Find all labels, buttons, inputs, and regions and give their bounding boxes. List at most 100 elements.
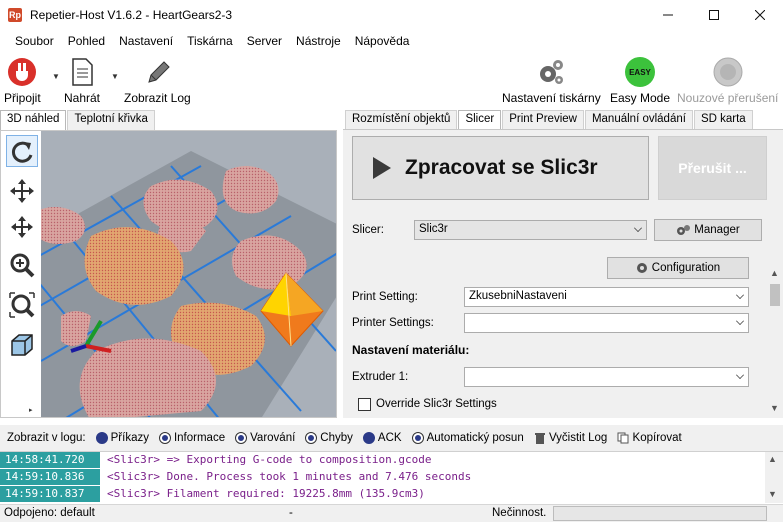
menu-view[interactable]: Pohled — [61, 34, 112, 48]
radio-icon — [95, 432, 108, 444]
filter-errors-label: Chyby — [320, 432, 353, 444]
log-row[interactable]: 14:59:10.836 <Slic3r> Done. Process took… — [0, 469, 765, 485]
document-icon — [72, 58, 93, 86]
menu-settings[interactable]: Nastavení — [112, 34, 180, 48]
menu-server[interactable]: Server — [240, 34, 289, 48]
log-message: <Slic3r> => Exporting G-code to composit… — [107, 453, 432, 466]
filter-ack-label: ACK — [377, 432, 402, 444]
scroll-up-icon[interactable]: ▲ — [770, 268, 779, 278]
rotate-icon — [11, 141, 33, 163]
tab-temperature-curve[interactable]: Teplotní křivka — [67, 110, 155, 130]
trash-icon — [534, 433, 545, 444]
copy-log-button[interactable]: Kopírovat — [617, 432, 682, 444]
tab-object-placement[interactable]: Rozmístění objektů — [345, 110, 458, 130]
scroll-up-icon[interactable]: ▲ — [768, 454, 777, 464]
move-object-tool[interactable] — [6, 211, 38, 243]
tab-3d-preview[interactable]: 3D náhled — [0, 110, 67, 130]
connect-dropdown-icon[interactable]: ▼ — [52, 72, 60, 81]
tab-sd-card[interactable]: SD karta — [693, 110, 753, 130]
move-arrows-icon — [10, 179, 34, 203]
filter-errors[interactable]: Chyby — [305, 432, 353, 444]
clear-log-label: Vyčistit Log — [548, 432, 608, 444]
scroll-down-icon[interactable]: ▼ — [770, 403, 779, 413]
log-row[interactable]: 14:58:41.720 <Slic3r> => Exporting G-cod… — [0, 452, 765, 468]
status-middle: - — [289, 507, 293, 519]
chevron-down-icon — [736, 317, 744, 325]
settings-scrollbar[interactable]: ▲ ▼ — [767, 266, 783, 418]
maximize-button[interactable] — [691, 0, 737, 30]
play-icon — [373, 157, 391, 179]
slicer-select[interactable]: Slic3r — [414, 220, 647, 240]
printer-settings-button[interactable]: Nastavení tiskárny — [502, 56, 601, 105]
emergency-stop-label: Nouzové přerušení — [677, 91, 779, 105]
material-heading: Nastavení materiálu: — [352, 343, 470, 357]
tab-print-preview[interactable]: Print Preview — [502, 110, 584, 130]
printer-settings-select[interactable] — [464, 313, 749, 333]
scroll-down-icon[interactable]: ▼ — [768, 489, 777, 499]
slicer-panel: Zpracovat se Slic3r Přerušit ... Slicer:… — [343, 129, 783, 418]
status-bar: Odpojeno: default - Nečinnost. — [0, 504, 783, 522]
tab-slicer[interactable]: Slicer — [458, 110, 502, 130]
override-checkbox[interactable] — [358, 398, 371, 411]
menu-printer[interactable]: Tiskárna — [180, 34, 240, 48]
view-tools — [1, 131, 41, 417]
slice-button[interactable]: Zpracovat se Slic3r — [352, 136, 649, 200]
zoom-tool[interactable] — [6, 249, 38, 281]
slicer-label: Slicer: — [352, 224, 384, 236]
connect-label: Připojit — [4, 91, 41, 105]
print-setting-label: Print Setting: — [352, 291, 418, 303]
3d-scene[interactable] — [41, 131, 336, 417]
filter-warnings-label: Varování — [250, 432, 296, 444]
log-filter-bar: Zobrazit v logu: Příkazy Informace Varov… — [0, 425, 783, 451]
right-tab-bar: Rozmístění objektů Slicer Print Preview … — [345, 110, 754, 130]
log-time: 14:59:10.836 — [0, 469, 100, 485]
filter-commands[interactable]: Příkazy — [95, 432, 149, 444]
scroll-right-icon[interactable]: ▸ — [29, 406, 33, 414]
configuration-button-label: Configuration — [651, 262, 721, 274]
manager-button[interactable]: Manager — [654, 219, 762, 241]
idle-status: Nečinnost. — [492, 507, 547, 519]
scrollbar-thumb[interactable] — [770, 284, 780, 306]
emergency-stop-button[interactable]: Nouzové přerušení — [677, 56, 778, 105]
tab-manual-control[interactable]: Manuální ovládání — [584, 110, 693, 130]
menu-tools[interactable]: Nástroje — [289, 34, 348, 48]
filter-info-label: Informace — [173, 432, 226, 444]
easy-mode-icon: EASY — [625, 57, 656, 87]
clear-log-button[interactable]: Vyčistit Log — [534, 432, 608, 444]
easy-mode-button[interactable]: EASY Easy Mode — [610, 56, 670, 105]
view-cube-tool[interactable] — [6, 329, 38, 361]
configuration-button[interactable]: Configuration — [607, 257, 749, 279]
filter-ack[interactable]: ACK — [362, 432, 402, 444]
copy-icon — [617, 432, 629, 444]
extruder-select[interactable] — [464, 367, 749, 387]
connect-button[interactable]: Připojit — [4, 56, 41, 105]
fit-view-tool[interactable] — [6, 289, 38, 321]
show-log-button[interactable]: Zobrazit Log — [124, 56, 191, 105]
menu-file[interactable]: Soubor — [8, 34, 61, 48]
move-tool[interactable] — [6, 175, 38, 207]
load-button[interactable]: Nahrát — [64, 56, 100, 105]
print-setting-select[interactable]: ZkusebniNastaveni — [464, 287, 749, 307]
load-dropdown-icon[interactable]: ▼ — [111, 72, 119, 81]
rotate-tool[interactable] — [6, 135, 38, 167]
chevron-down-icon — [736, 291, 744, 299]
abort-button[interactable]: Přerušit ... — [658, 136, 767, 200]
radio-icon — [158, 432, 171, 444]
toolbar: Připojit ▼ Nahrát ▼ Zobrazit Log Nastave… — [0, 52, 783, 108]
filter-autoscroll[interactable]: Automatický posun — [411, 432, 524, 444]
menu-help[interactable]: Nápověda — [348, 34, 417, 48]
slice-button-label: Zpracovat se Slic3r — [405, 156, 598, 179]
close-button[interactable] — [737, 0, 783, 30]
filter-warnings[interactable]: Varování — [235, 432, 295, 444]
cube-view-icon — [11, 334, 33, 356]
chevron-down-icon — [634, 224, 642, 232]
power-plug-icon — [8, 58, 37, 86]
filter-info[interactable]: Informace — [158, 432, 226, 444]
printer-settings-label: Printer Settings: — [352, 317, 434, 329]
minimize-button[interactable] — [645, 0, 691, 30]
log-scrollbar[interactable]: ▲ ▼ — [765, 452, 783, 503]
radio-icon — [235, 432, 248, 444]
log-message: <Slic3r> Filament required: 19225.8mm (1… — [107, 487, 425, 500]
log-row[interactable]: 14:59:10.837 <Slic3r> Filament required:… — [0, 486, 765, 502]
emergency-stop-icon — [713, 57, 743, 87]
